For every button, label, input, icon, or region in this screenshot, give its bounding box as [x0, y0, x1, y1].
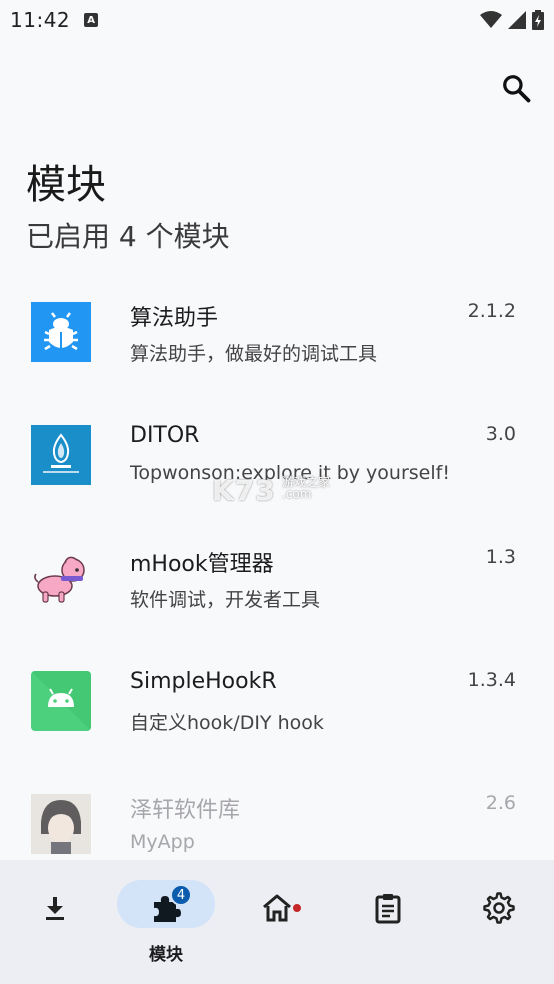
module-version: 2.6	[485, 792, 516, 814]
module-version: 1.3.4	[467, 669, 516, 691]
wifi-icon	[480, 11, 502, 28]
nav-item-settings[interactable]	[444, 860, 554, 984]
notification-a-icon: A	[84, 13, 99, 27]
module-name: 算法助手	[130, 306, 219, 331]
search-button[interactable]	[496, 68, 536, 108]
nav-item-modules[interactable]: 4 模块	[111, 860, 221, 984]
module-name: SimpleHookR	[130, 669, 277, 694]
page-subtitle: 已启用 4 个模块	[26, 220, 230, 253]
bottom-navigation: 4 模块	[0, 860, 554, 984]
ditor-logo-icon	[31, 425, 91, 485]
module-version: 1.3	[485, 546, 516, 568]
module-version: 3.0	[485, 423, 516, 445]
download-icon	[46, 897, 64, 920]
battery-charging-icon	[532, 10, 544, 30]
module-item[interactable]: mHook管理器 软件调试，开发者工具 1.3	[0, 516, 554, 639]
signal-icon	[508, 11, 526, 29]
module-item[interactable]: 算法助手 算法助手，做最好的调试工具 2.1.2	[0, 270, 554, 393]
module-item[interactable]: SimpleHookR 自定义hook/DIY hook 1.3.4	[0, 639, 554, 762]
module-description: MyApp	[130, 831, 195, 853]
search-icon	[503, 75, 531, 103]
watermark-text: 游戏之家 .com	[282, 475, 331, 501]
android-icon	[31, 671, 91, 731]
bug-icon	[31, 302, 91, 362]
pink-dog-icon	[31, 548, 91, 608]
nav-item-download[interactable]	[0, 860, 110, 984]
gear-icon	[483, 892, 515, 924]
module-name: mHook管理器	[130, 552, 274, 577]
module-description: 算法助手，做最好的调试工具	[130, 343, 378, 365]
nav-item-home[interactable]	[222, 860, 332, 984]
clipboard-icon	[375, 894, 401, 924]
modules-count-badge: 4	[170, 884, 192, 906]
nav-label-modules: 模块	[149, 945, 183, 965]
notification-dot	[293, 904, 301, 912]
page-title: 模块	[26, 162, 106, 208]
home-icon	[263, 894, 291, 922]
module-description: 软件调试，开发者工具	[130, 589, 321, 611]
module-name: DITOR	[130, 423, 200, 448]
nav-item-logs[interactable]	[333, 860, 443, 984]
status-time: 11:42	[10, 8, 71, 32]
module-description: 自定义hook/DIY hook	[130, 712, 324, 734]
module-name: 泽轩软件库	[130, 798, 241, 823]
watermark-logo: K73	[212, 474, 276, 507]
status-bar: 11:42 A	[0, 0, 554, 40]
module-item[interactable]: DITOR Topwonson:explore it by yourself! …	[0, 393, 554, 516]
avatar-photo-icon	[31, 794, 91, 854]
module-version: 2.1.2	[467, 300, 516, 322]
